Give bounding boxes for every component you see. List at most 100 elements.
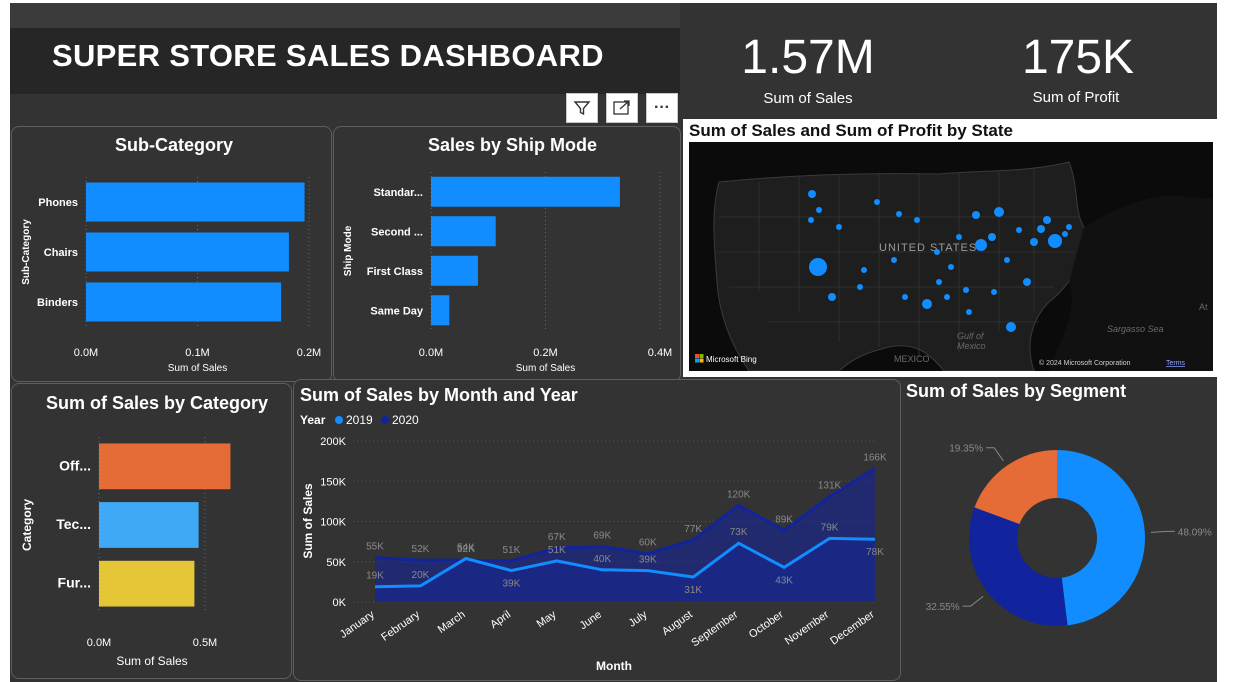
more-options-button[interactable]: ··· (646, 93, 678, 123)
legend-marker (381, 416, 389, 424)
bar (86, 282, 282, 322)
data-label: 55K (366, 542, 384, 553)
legend-marker (335, 416, 343, 424)
data-label: 79K (821, 522, 839, 533)
category-label: Off... (59, 457, 91, 473)
leader-line (986, 447, 1004, 462)
bar (99, 502, 199, 548)
category-label: Second ... (371, 226, 423, 238)
x-tick-label: 0.0M (74, 347, 98, 359)
x-tick-label: February (379, 608, 422, 643)
data-label: 131K (818, 481, 842, 492)
bar (86, 182, 305, 222)
focus-mode-icon (613, 100, 630, 115)
data-label: 77K (684, 524, 702, 535)
bar (431, 295, 450, 326)
x-tick-label: 0.5M (193, 637, 217, 649)
data-label: 52K (457, 544, 475, 555)
segment-title: Sum of Sales by Segment (906, 381, 1127, 401)
shipmode-chart: 0.0M 0.2M 0.4M Standar... Second ... First Cl… (343, 172, 672, 374)
donut-slice (969, 507, 1068, 626)
kpi-sales-value: 1.57M (741, 31, 875, 84)
y-tick-label: 200K (320, 436, 346, 448)
leader-line (1150, 530, 1175, 533)
y-tick-label: 100K (320, 517, 346, 529)
data-label: 120K (727, 489, 751, 500)
legend-title: Year (300, 413, 326, 427)
x-tick-label: June (578, 609, 604, 633)
dashboard-title: SUPER STORE SALES DASHBOARD (52, 38, 604, 73)
x-tick-label: July (627, 608, 650, 629)
x-tick-label: 0.0M (87, 637, 111, 649)
x-tick-label: 0.1M (185, 347, 209, 359)
subcategory-chart: 0.0M 0.1M 0.2M Phones Chairs Binders Sum of Sa… (21, 177, 321, 374)
data-label: 73K (730, 527, 748, 538)
x-tick-label: April (488, 609, 513, 631)
bar (99, 443, 231, 490)
data-label: 67K (548, 532, 566, 543)
x-tick-label: May (535, 608, 559, 630)
x-axis-title: Sum of Sales (516, 363, 575, 374)
category-label: First Class (367, 266, 423, 278)
kpi-profit-value: 175K (1021, 31, 1135, 84)
category-title: Sum of Sales by Category (46, 393, 269, 413)
data-label: 78K (866, 547, 884, 558)
data-label: 60K (639, 538, 657, 549)
map-place-gulf: Gulf of (957, 331, 985, 341)
x-tick-label: November (783, 608, 832, 647)
y-axis-title: Sum of Sales (301, 483, 315, 559)
map-place-atlantic: At (1199, 302, 1208, 312)
data-label: 51K (548, 545, 566, 556)
category-label: Phones (38, 197, 78, 209)
legend-label: 2019 (346, 413, 373, 427)
y-tick-label: 50K (326, 557, 346, 569)
subcategory-title: Sub-Category (115, 135, 234, 155)
x-tick-label: December (828, 608, 877, 647)
kpi-sales-label: Sum of Sales (763, 90, 853, 107)
category-label: Same Day (370, 305, 423, 317)
map-title: Sum of Sales and Sum of Profit by State (689, 121, 1013, 140)
slice-label: 19.35% (949, 444, 983, 455)
map-place-mexico-gulf: Mexico (957, 341, 986, 351)
month-title: Sum of Sales by Month and Year (300, 385, 578, 405)
x-axis-title: Month (596, 659, 632, 673)
data-label: 40K (593, 554, 611, 565)
focus-mode-button[interactable] (606, 93, 638, 123)
data-label: 20K (412, 570, 430, 581)
data-label: 52K (412, 544, 430, 555)
us-map: UNITED STATES Gulf of Mexico MEXICO Sarg… (689, 142, 1213, 371)
bar (431, 216, 496, 247)
y-tick-label: 0K (333, 597, 347, 609)
category-label: Standar... (373, 187, 423, 199)
x-axis-title: Sum of Sales (168, 363, 227, 374)
x-tick-label: 0.4M (648, 347, 672, 359)
bar (431, 255, 478, 286)
leader-line (962, 595, 984, 607)
bar (431, 176, 620, 207)
slice-label: 48.09% (1178, 527, 1212, 538)
x-tick-label: 0.0M (419, 347, 443, 359)
x-axis-title: Sum of Sales (116, 654, 187, 668)
y-axis-title: Sub-Category (21, 219, 32, 285)
data-label: 69K (593, 530, 611, 541)
map-country-label: UNITED STATES (879, 242, 977, 254)
y-axis-title: Category (20, 499, 34, 551)
map-attribution: Microsoft Bing (706, 355, 757, 364)
x-tick-label: August (660, 609, 695, 638)
filter-button[interactable] (566, 93, 598, 123)
month-chart: Year 2019 2020200K150K100K50K0K19K 20K54K39… (300, 413, 887, 673)
segment-chart: 48.09% 32.55% 19.35% (926, 444, 1212, 626)
category-label: Fur... (58, 575, 91, 591)
x-tick-label: January (338, 608, 377, 641)
map-copyright: © 2024 Microsoft Corporation (1039, 359, 1131, 367)
shipmode-title: Sales by Ship Mode (428, 135, 598, 155)
bar (86, 232, 289, 272)
category-label: Tec... (56, 516, 91, 532)
x-tick-label: March (436, 609, 468, 636)
data-label: 39K (639, 555, 657, 566)
data-label: 51K (502, 545, 520, 556)
category-label: Binders (37, 297, 78, 309)
slice-label: 32.55% (926, 602, 960, 613)
map-visual[interactable]: UNITED STATES Gulf of Mexico MEXICO Sarg… (689, 142, 1213, 371)
map-terms-link[interactable]: Terms (1166, 360, 1186, 367)
